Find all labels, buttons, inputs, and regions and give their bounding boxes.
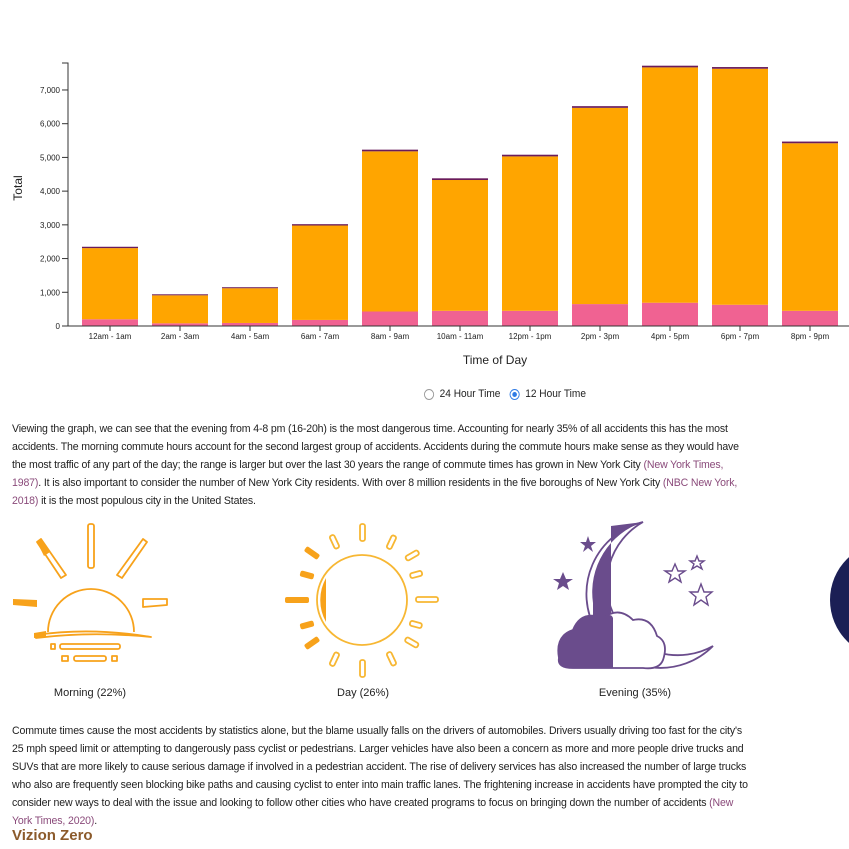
bar-5-series-0 <box>432 310 488 326</box>
y-tick-label: 5,000 <box>40 153 61 162</box>
bar-5-series-2 <box>432 178 488 181</box>
bar-4-series-0 <box>362 311 418 326</box>
x-tick-label: 6am - 7am <box>301 332 340 341</box>
x-tick-label: 2pm - 3pm <box>581 332 620 341</box>
bar-7-series-1 <box>572 107 628 305</box>
y-tick-label: 2,000 <box>40 255 61 264</box>
para1-text-c: it is the most populous city in the Unit… <box>38 495 256 507</box>
y-tick-label: 1,000 <box>40 288 61 297</box>
bar-0-series-1 <box>82 248 138 320</box>
sun-icon <box>285 523 439 678</box>
section-heading: Vizion Zero <box>12 827 93 844</box>
y-tick-label: 7,000 <box>40 86 61 95</box>
bar-3-series-0 <box>292 319 348 326</box>
bar-7-series-2 <box>572 106 628 108</box>
y-axis-line <box>62 62 69 327</box>
night-icon <box>830 557 849 643</box>
analysis-paragraph: Viewing the graph, we can see that the e… <box>12 420 749 510</box>
evening-label: Evening (35%) <box>598 687 672 699</box>
y-tick-label: 4,000 <box>40 187 61 196</box>
para1-text-a: Viewing the graph, we can see that the e… <box>12 423 739 471</box>
y-tick-label: 0 <box>56 322 61 331</box>
y-axis-label: Total <box>11 175 25 200</box>
radio-24-hour-label: 24 Hour Time <box>439 388 501 400</box>
day-label: Day (26%) <box>337 687 389 699</box>
x-tick-label: 12pm - 1pm <box>509 332 552 341</box>
bar-2-series-1 <box>222 288 278 323</box>
bar-4-series-2 <box>362 149 418 152</box>
commute-paragraph: Commute times cause the most accidents b… <box>12 722 749 830</box>
bar-3-series-2 <box>292 224 348 226</box>
bar-9-series-1 <box>712 68 768 305</box>
moon-icon <box>553 521 714 670</box>
bar-3-series-1 <box>292 225 348 320</box>
bar-1-series-1 <box>152 295 208 324</box>
x-tick-label: 4pm - 5pm <box>651 332 690 341</box>
radio-24-hour[interactable]: 24 Hour Time <box>424 388 500 400</box>
bar-8-series-0 <box>642 302 698 326</box>
para2-text-b: . <box>94 815 98 827</box>
bar-0-series-0 <box>82 319 138 326</box>
bar-6-series-1 <box>502 156 558 311</box>
bar-2-series-2 <box>222 287 278 289</box>
radio-12-hour[interactable]: 12 Hour Time <box>509 388 586 400</box>
radio-24-hour-dot[interactable] <box>424 388 435 400</box>
para2-text-a: Commute times cause the most accidents b… <box>12 725 748 809</box>
bar-10-series-1 <box>782 143 838 311</box>
y-tick-label: 3,000 <box>40 221 61 230</box>
bar-5-series-1 <box>432 180 488 311</box>
sunrise-icon <box>13 523 168 662</box>
x-tick-label: 10am - 11am <box>437 332 484 341</box>
x-tick-label: 12am - 1am <box>89 332 132 341</box>
para1-text-b: . It is also important to consider the n… <box>38 477 663 489</box>
time-format-toggle: 24 Hour Time 12 Hour Time <box>424 388 586 400</box>
bar-4-series-1 <box>362 151 418 312</box>
bar-9-series-2 <box>712 67 768 69</box>
x-tick-label: 8am - 9am <box>371 332 410 341</box>
bar-6-series-0 <box>502 310 558 326</box>
bar-8-series-1 <box>642 67 698 303</box>
bar-7-series-0 <box>572 304 628 326</box>
x-axis-label: Time of Day <box>463 353 527 367</box>
y-tick-label: 6,000 <box>40 120 61 129</box>
x-tick-label: 8pm - 9pm <box>791 332 830 341</box>
bar-1-series-2 <box>152 294 208 296</box>
morning-label: Morning (22%) <box>53 687 127 699</box>
x-tick-label: 2am - 3am <box>161 332 200 341</box>
bar-8-series-2 <box>642 65 698 68</box>
bar-10-series-0 <box>782 310 838 326</box>
bar-6-series-2 <box>502 154 558 157</box>
bar-10-series-2 <box>782 141 838 144</box>
x-tick-label: 6pm - 7pm <box>721 332 760 341</box>
bar-chart: 12am - 1am 2am - 3am 4am - 5am 6am - 7am 8am… <box>11 62 849 367</box>
bar-0-series-2 <box>82 246 138 249</box>
radio-12-hour-label: 12 Hour Time <box>525 388 586 400</box>
x-tick-label: 4am - 5am <box>231 332 270 341</box>
bar-9-series-0 <box>712 304 768 326</box>
radio-12-hour-dot[interactable] <box>509 388 520 400</box>
